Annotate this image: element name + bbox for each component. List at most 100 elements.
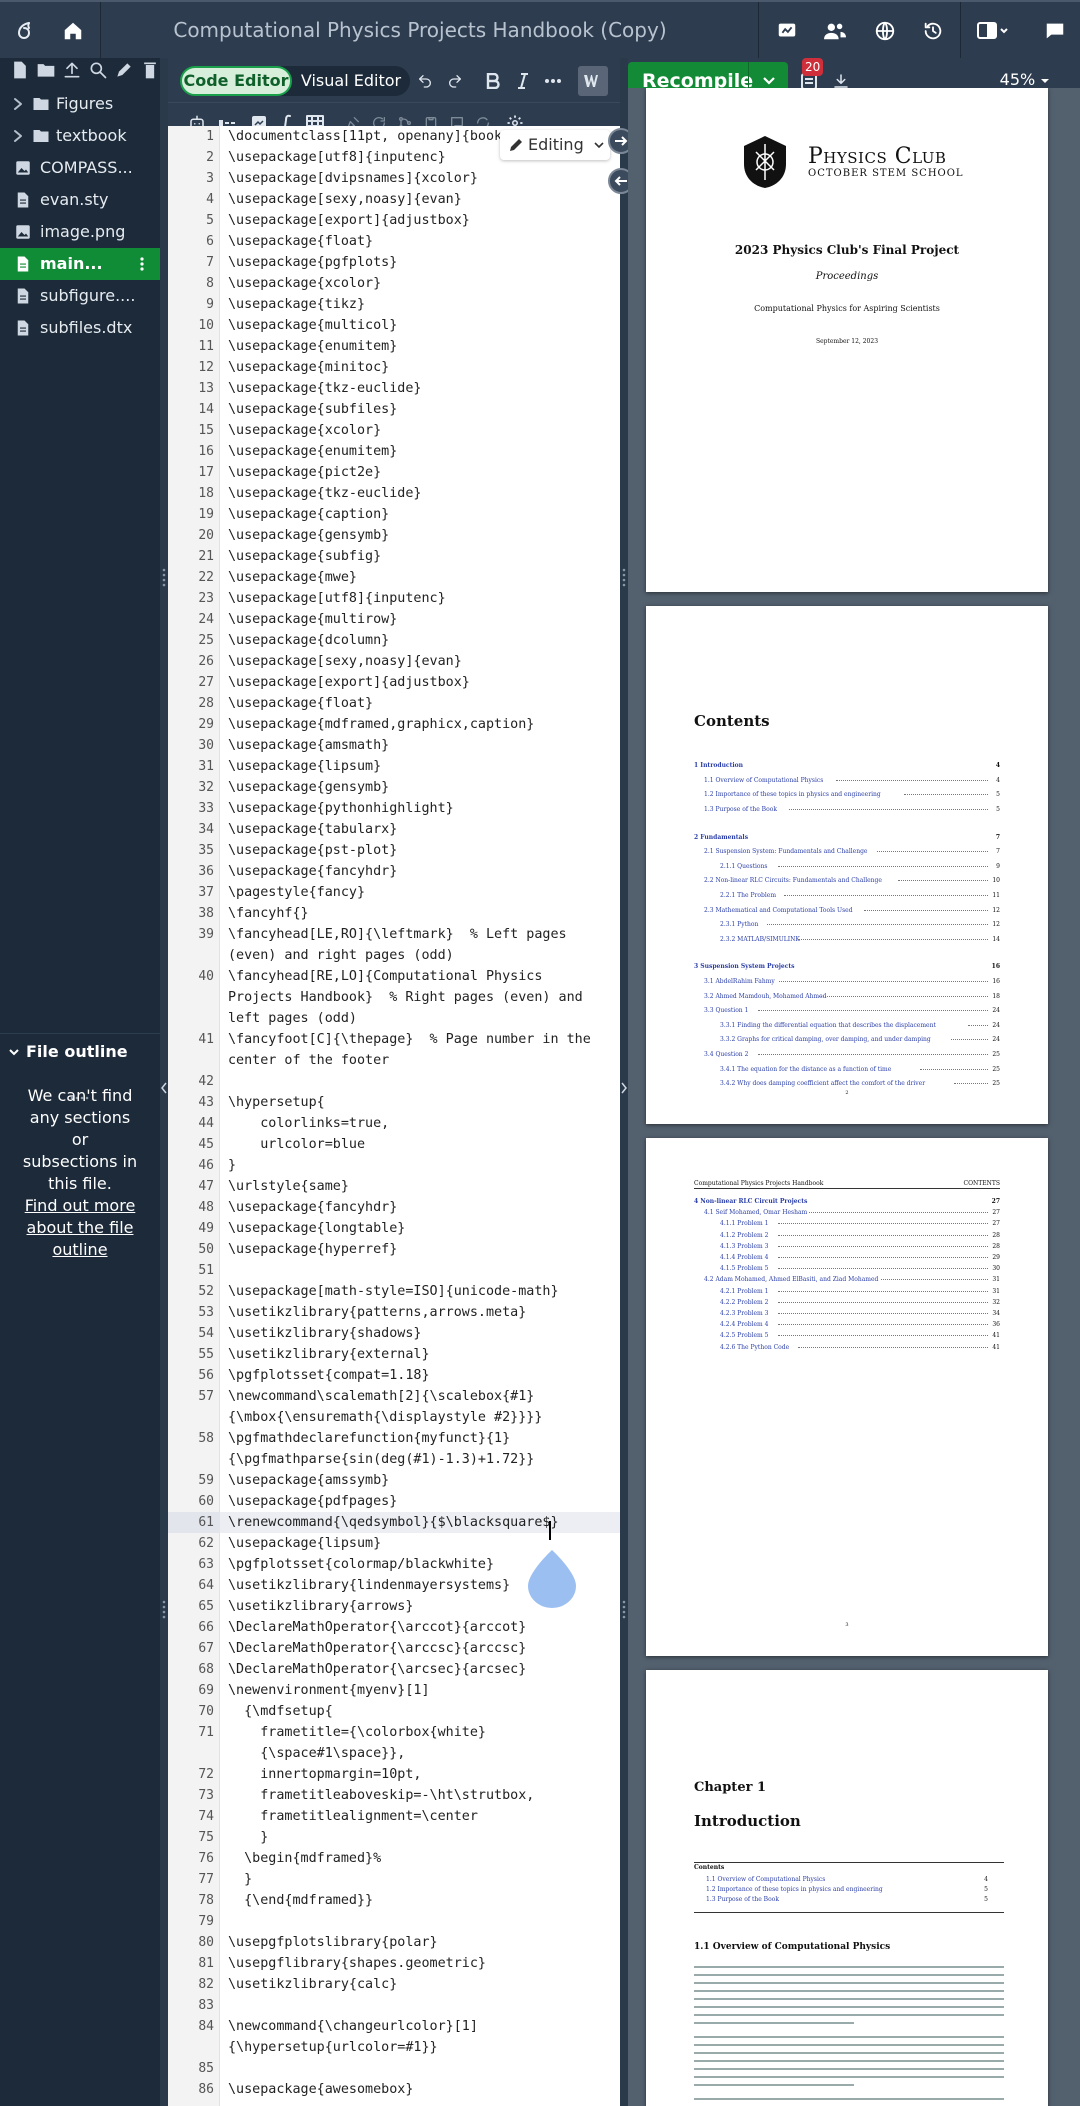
code-line[interactable]: \urlstyle{same}: [228, 1176, 616, 1197]
code-line[interactable]: \usepackage{mdframed,graphicx,caption}: [228, 714, 616, 735]
code-line[interactable]: \newenvironment{myenv}[1]: [228, 1680, 616, 1701]
layout-icon[interactable]: [968, 12, 1018, 50]
toc-entry[interactable]: 2.3 Mathematical and Computational Tools…: [704, 907, 1000, 915]
code-line[interactable]: \usepackage[sexy,noasy]{evan}: [228, 651, 616, 672]
search-icon[interactable]: [88, 60, 108, 80]
collapse-left-icon[interactable]: [161, 1082, 167, 1094]
code-line[interactable]: \newcommand{\changeurlcolor}[1]: [228, 2016, 616, 2037]
code-line[interactable]: \usepackage{fancyhdr}: [228, 1197, 616, 1218]
code-line[interactable]: }: [228, 1869, 616, 1890]
bold-button[interactable]: [480, 68, 506, 94]
code-line[interactable]: \usepackage[utf8]{inputenc}: [228, 588, 616, 609]
code-line[interactable]: \usepackage[dvipsnames]{xcolor}: [228, 168, 616, 189]
code-line[interactable]: \usepackage{gensymb}: [228, 525, 616, 546]
code-line[interactable]: urlcolor=blue: [228, 1134, 616, 1155]
code-line[interactable]: \usepackage{tabularx}: [228, 819, 616, 840]
code-line[interactable]: \fancyfoot[C]{\thepage} % Page number in…: [228, 1029, 616, 1050]
toc-entry[interactable]: 3.3 Question 1 24: [704, 1007, 1000, 1015]
code-line[interactable]: \usetikzlibrary{patterns,arrows.meta}: [228, 1302, 616, 1323]
toc-entry[interactable]: 2.2 Non-linear RLC Circuits: Fundamental…: [704, 877, 1000, 885]
overleaf-logo-icon[interactable]: [6, 12, 44, 50]
file-tree-item-evan-sty[interactable]: evan.sty: [0, 184, 160, 216]
editor-pdf-resize-handle[interactable]: [620, 58, 628, 2106]
code-line[interactable]: \usepackage{longtable}: [228, 1218, 616, 1239]
history-icon[interactable]: [914, 12, 952, 50]
code-line[interactable]: \fancyhead[LE,RO]{\leftmark} % Left page…: [228, 924, 616, 945]
code-editor[interactable]: \documentclass[11pt, openany]{book} \usep…: [220, 126, 620, 2106]
visual-editor-toggle[interactable]: Visual Editor: [292, 66, 410, 96]
toc-entry[interactable]: 3.3.2 Graphs for critical damping, over …: [720, 1036, 1000, 1044]
selection-handle-icon[interactable]: [524, 1548, 580, 1608]
toc-entry[interactable]: 4.1.1 Problem 1 27: [720, 1220, 1000, 1228]
code-line[interactable]: \usepackage{tkz-euclide}: [228, 378, 616, 399]
code-line[interactable]: \usepackage{enumitem}: [228, 336, 616, 357]
code-editor-toggle[interactable]: Code Editor: [180, 66, 292, 96]
code-line[interactable]: \usepackage{pst-plot}: [228, 840, 616, 861]
code-line[interactable]: {\pgfmathparse{sin(deg(#1)-1.3)+1.72}}: [228, 1449, 616, 1470]
code-line[interactable]: \usepackage{amsmath}: [228, 735, 616, 756]
code-line[interactable]: \DeclareMathOperator{\arccot}{arccot}: [228, 1617, 616, 1638]
toc-entry[interactable]: 3 Suspension System Projects 16: [694, 963, 1000, 971]
chevron-right-icon[interactable]: [11, 128, 25, 144]
code-line[interactable]: }: [228, 1155, 616, 1176]
italic-button[interactable]: [510, 68, 536, 94]
code-line[interactable]: innertopmargin=10pt,: [228, 1764, 616, 1785]
code-line[interactable]: \usepackage{tikz}: [228, 294, 616, 315]
code-line[interactable]: \hypersetup{: [228, 1092, 616, 1113]
share-icon[interactable]: [816, 12, 854, 50]
toc-entry[interactable]: 4.1.4 Problem 4 29: [720, 1254, 1000, 1262]
toc-entry[interactable]: 4.1 Seif Mohamed, Omar Hesham 27: [704, 1209, 1000, 1217]
pdf-viewer[interactable]: Physics Club October STEM School 2023 Ph…: [628, 88, 1080, 2106]
toc-entry[interactable]: 1 Introduction 4: [694, 762, 1000, 770]
code-line[interactable]: \usepackage[export]{adjustbox}: [228, 210, 616, 231]
file-tree-item-subfiles-dtx[interactable]: subfiles.dtx: [0, 312, 160, 344]
code-line[interactable]: \usepackage[sexy,noasy]{evan}: [228, 189, 616, 210]
code-line[interactable]: \usepackage{minitoc}: [228, 357, 616, 378]
editing-mode-dropdown[interactable]: Editing: [500, 130, 610, 160]
file-tree-item-image-png[interactable]: image.png: [0, 216, 160, 248]
code-line[interactable]: \newcommand\scalemath[2]{\scalebox{#1}: [228, 1386, 616, 1407]
collapse-right-icon[interactable]: [621, 1082, 627, 1094]
project-title[interactable]: Computational Physics Projects Handbook …: [140, 2, 700, 58]
code-line[interactable]: \pgfplotsset{compat=1.18}: [228, 1365, 616, 1386]
toc-entry[interactable]: 2 Fundamentals 7: [694, 834, 1000, 842]
code-line[interactable]: \fancyhead[RE,LO]{Computational Physics: [228, 966, 616, 987]
redo-icon[interactable]: [442, 68, 468, 94]
file-outline-help-link[interactable]: Find out more about the file outline: [22, 1195, 138, 1261]
file-tree-item-textbook[interactable]: textbook: [0, 120, 160, 152]
minitoc-entry[interactable]: 1.3 Purpose of the Book 5: [706, 1896, 988, 1903]
code-line[interactable]: \begin{mdframed}%: [228, 1848, 616, 1869]
rename-icon[interactable]: [114, 60, 134, 80]
toc-entry[interactable]: 2.3.2 MATLAB/SIMULINK 14: [720, 936, 1000, 944]
file-tree-item-main[interactable]: main...: [0, 248, 160, 280]
code-line[interactable]: \usepgfplotslibrary{polar}: [228, 1932, 616, 1953]
toc-entry[interactable]: 2.1.1 Questions 9: [720, 863, 1000, 871]
code-line[interactable]: \usetikzlibrary{calc}: [228, 1974, 616, 1995]
code-line[interactable]: \usepackage{lipsum}: [228, 756, 616, 777]
toc-entry[interactable]: 3.4 Question 2 25: [704, 1051, 1000, 1059]
code-line[interactable]: left pages (odd): [228, 1008, 616, 1029]
review-icon[interactable]: [768, 12, 806, 50]
code-line[interactable]: \fancyhf{}: [228, 903, 616, 924]
code-line[interactable]: \usepackage{xcolor}: [228, 273, 616, 294]
file-tree-item-figures[interactable]: Figures: [0, 88, 160, 120]
code-line[interactable]: \usepackage{float}: [228, 693, 616, 714]
code-line[interactable]: \usepackage{multirow}: [228, 609, 616, 630]
toc-entry[interactable]: 3.3.1 Finding the differential equation …: [720, 1022, 1000, 1030]
code-line[interactable]: \usepackage{amssymb}: [228, 1470, 616, 1491]
code-line[interactable]: \usepackage{tkz-euclide}: [228, 483, 616, 504]
file-tree-item-subfigure[interactable]: subfigure....: [0, 280, 160, 312]
code-line[interactable]: \usepackage{awesomebox}: [228, 2079, 616, 2100]
code-line[interactable]: {\end{mdframed}}: [228, 1890, 616, 1911]
code-line[interactable]: \usepackage[math-style=ISO]{unicode-math…: [228, 1281, 616, 1302]
code-line[interactable]: \usepackage{pgfplots}: [228, 252, 616, 273]
code-line[interactable]: \usepackage{float}: [228, 231, 616, 252]
code-line[interactable]: \usepackage{pythonhighlight}: [228, 798, 616, 819]
code-line[interactable]: \pgfmathdeclarefunction{myfunct}{1}: [228, 1428, 616, 1449]
toc-entry[interactable]: 2.2.1 The Problem 11: [720, 892, 1000, 900]
toc-entry[interactable]: 4.1.3 Problem 3 28: [720, 1243, 1000, 1251]
code-line[interactable]: \usepackage{subfig}: [228, 546, 616, 567]
error-count-badge[interactable]: 20: [802, 58, 824, 76]
code-line[interactable]: frametitle={\colorbox{white}: [228, 1722, 616, 1743]
code-line[interactable]: frametitleaboveskip=-\ht\strutbox,: [228, 1785, 616, 1806]
